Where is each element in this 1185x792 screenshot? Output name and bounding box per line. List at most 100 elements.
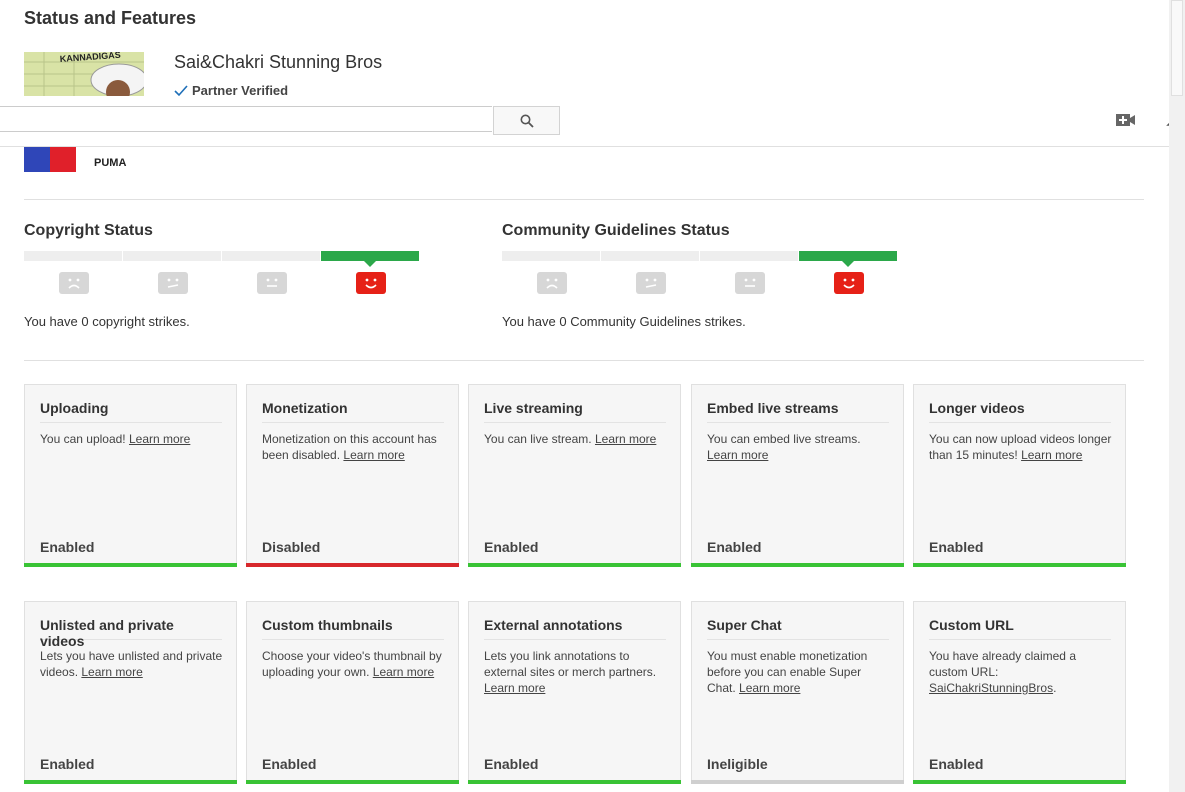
feature-status: Enabled [929,539,984,555]
feature-card-external-annotations: External annotations Lets you link annot… [468,601,681,784]
status-bar-segment [601,251,699,261]
feature-description: You can upload! Learn more [40,432,191,446]
feature-status: Enabled [707,539,762,555]
status-bar-segment [222,251,320,261]
happy-face-icon [833,272,864,294]
feature-card-unlisted-private: Unlisted and private videos Lets you hav… [24,601,237,784]
feature-title: Custom URL [929,617,1111,640]
copyright-status-faces [24,272,420,296]
feature-card-monetization: Monetization Monetization on this accoun… [246,384,459,567]
feature-status: Enabled [929,756,984,772]
sad-face-icon [536,272,567,294]
learn-more-link[interactable]: Learn more [1021,448,1082,462]
community-status-section: Community Guidelines Status You have 0 C… [502,222,902,329]
feature-title: Uploading [40,400,222,423]
feature-description: Lets you link annotations to external si… [484,649,657,695]
learn-more-link[interactable]: Learn more [129,432,190,446]
feature-title: Super Chat [707,617,889,640]
learn-more-link[interactable]: Learn more [373,665,434,679]
feature-description: Choose your video's thumbnail by uploadi… [262,649,442,679]
feature-title: Live streaming [484,400,666,423]
feature-description: You have already claimed a custom URL: S… [929,649,1076,695]
feature-card-custom-thumbnails: Custom thumbnails Choose your video's th… [246,601,459,784]
video-camera-plus-icon [1116,114,1135,126]
divider [24,199,1144,200]
status-indicator-bar [468,563,681,567]
channel-name[interactable]: Sai&Chakri Stunning Bros [174,52,382,73]
community-status-text: You have 0 Community Guidelines strikes. [502,314,746,329]
learn-more-link[interactable]: Learn more [81,665,142,679]
feature-card-custom-url: Custom URL You have already claimed a cu… [913,601,1126,784]
scrollbar-track[interactable] [1169,0,1185,792]
custom-url-link[interactable]: SaiChakriStunningBros [929,681,1053,695]
feature-description: You can live stream. Learn more [484,432,657,446]
feature-card-embed-live-streams: Embed live streams You can embed live st… [691,384,904,567]
status-bar-segment [123,251,221,261]
feature-title: Monetization [262,400,444,423]
community-status-title: Community Guidelines Status [502,222,730,239]
feature-title: External annotations [484,617,666,640]
unhappy-face-icon [635,272,666,294]
feature-status: Ineligible [707,756,768,772]
feature-status: Enabled [40,756,95,772]
search-input[interactable] [0,106,492,132]
feature-description: You must enable monetization before you … [707,649,868,695]
search-icon [520,114,534,128]
status-bar-segment [700,251,798,261]
search-button[interactable] [493,106,560,135]
feature-title: Longer videos [929,400,1111,423]
status-bar-segment [24,251,122,261]
divider [24,360,1144,361]
feature-description: You can now upload videos longer than 15… [929,432,1112,462]
learn-more-link[interactable]: Learn more [739,681,800,695]
feature-description: Lets you have unlisted and private video… [40,649,223,679]
checkmark-icon [174,84,188,96]
status-indicator-bar [691,780,904,784]
feature-description: Monetization on this account has been di… [262,432,437,462]
feature-card-uploading: Uploading You can upload! Learn more Ena… [24,384,237,567]
feature-description: You can embed live streams. Learn more [707,432,861,462]
sad-face-icon [58,272,89,294]
feature-status: Enabled [40,539,95,555]
status-indicator-bar [913,780,1126,784]
feature-status: Enabled [484,539,539,555]
community-status-faces [502,272,898,296]
learn-more-link[interactable]: Learn more [707,448,768,462]
feature-card-longer-videos: Longer videos You can now upload videos … [913,384,1126,567]
feature-status: Enabled [484,756,539,772]
status-indicator-bar [246,563,459,567]
happy-face-icon [355,272,386,294]
status-indicator-bar [246,780,459,784]
feature-title: Unlisted and private videos [40,617,222,649]
neutral-face-icon [256,272,287,294]
learn-more-link[interactable]: Learn more [595,432,656,446]
unhappy-face-icon [157,272,188,294]
copyright-status-text: You have 0 copyright strikes. [24,314,190,329]
status-bar-segment [502,251,600,261]
status-bar-segment-active [321,251,419,267]
neutral-face-icon [734,272,765,294]
status-indicator-bar [24,780,237,784]
copyright-status-bar [24,251,420,267]
feature-card-live-streaming: Live streaming You can live stream. Lear… [468,384,681,567]
community-status-bar [502,251,898,267]
feature-status: Enabled [262,756,317,772]
masthead [0,96,1185,147]
upload-video-button[interactable] [1114,110,1138,130]
feature-status: Disabled [262,539,321,555]
learn-more-link[interactable]: Learn more [343,448,404,462]
status-indicator-bar [691,563,904,567]
feature-title: Embed live streams [707,400,889,423]
page-title: Status and Features [24,8,197,28]
status-bar-segment-active [799,251,897,267]
status-indicator-bar [24,563,237,567]
feature-title: Custom thumbnails [262,617,444,640]
copyright-status-section: Copyright Status You have 0 copyright st… [24,222,424,329]
scrollbar-thumb[interactable] [1171,0,1183,96]
thumbnail-brand-text: PUMA [94,157,126,169]
status-indicator-bar [913,563,1126,567]
feature-card-super-chat: Super Chat You must enable monetization … [691,601,904,784]
status-indicator-bar [468,780,681,784]
copyright-status-title: Copyright Status [24,222,153,239]
learn-more-link[interactable]: Learn more [484,681,545,695]
